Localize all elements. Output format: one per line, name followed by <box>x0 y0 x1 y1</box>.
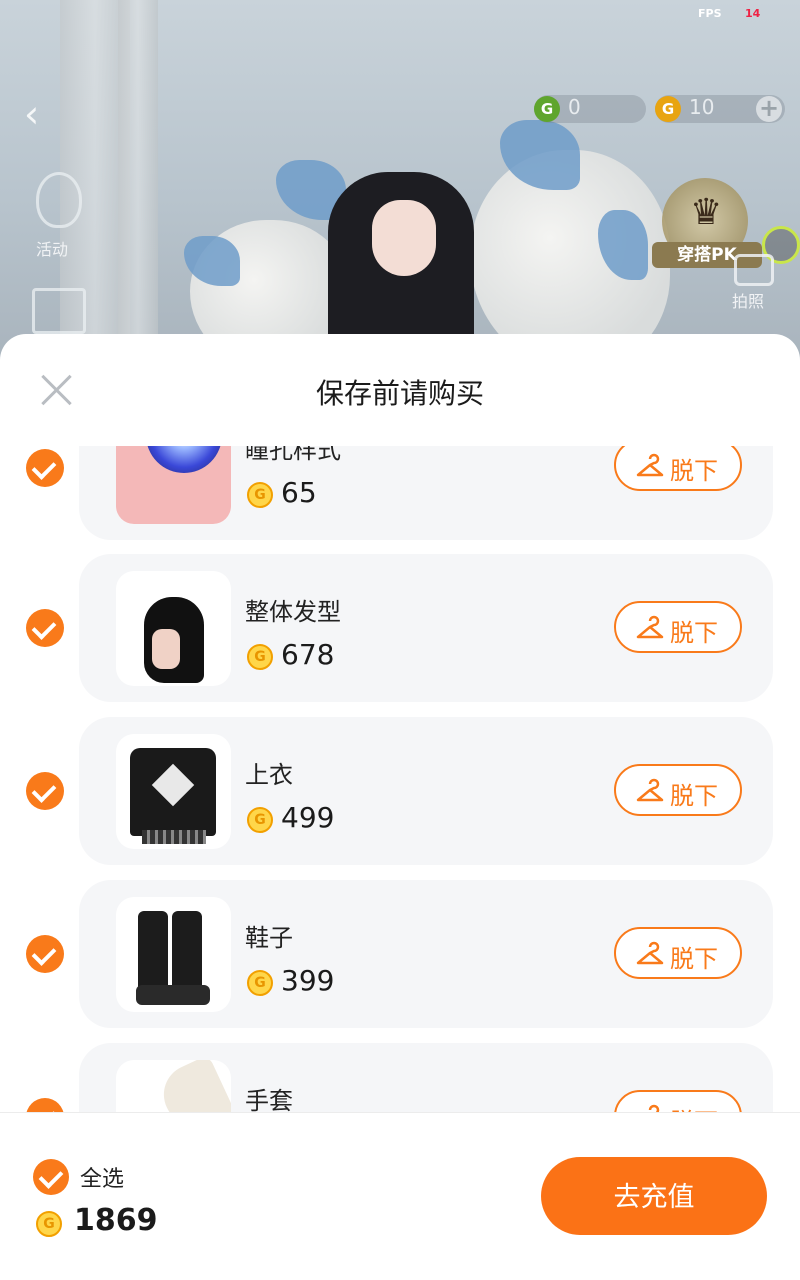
activity-label: 活动 <box>36 240 69 259</box>
item-thumbnail-hair <box>116 571 231 686</box>
sheet-title: 保存前请购买 <box>315 377 484 410</box>
item-price: 399 <box>281 964 335 997</box>
coin-icon <box>247 482 273 508</box>
balloon-icon[interactable] <box>36 172 82 228</box>
item-name: 上衣 <box>245 761 293 789</box>
fps-label: FPS <box>698 7 722 20</box>
avatar-face <box>372 200 436 276</box>
game-scene: FPS 14 ‹ G 0 G 10 + 活动 ♛ 穿搭PK 拍照 <box>0 0 800 360</box>
item-thumbnail-glove <box>116 1060 231 1112</box>
select-all-checkbox[interactable] <box>33 1159 69 1195</box>
hanger-icon <box>636 615 664 639</box>
hanger-icon <box>636 778 664 802</box>
gold-currency-value: 10 <box>689 95 715 119</box>
green-currency-pill: G 0 <box>534 95 646 123</box>
item-price: 65 <box>281 476 317 509</box>
coin-icon <box>247 644 273 670</box>
back-arrow-icon[interactable]: ‹ <box>24 92 39 136</box>
item-thumbnail-eye <box>116 446 231 524</box>
pillar <box>118 0 158 360</box>
take-off-label: 脱下 <box>670 1102 718 1112</box>
fps-value: 14 <box>745 7 761 20</box>
item-name: 瞳孔样式 <box>245 446 341 464</box>
gold-coin-icon: G <box>655 96 681 122</box>
list-item: 瞳孔样式 65 脱下 <box>79 446 773 540</box>
item-checkbox[interactable] <box>26 1098 64 1112</box>
item-price: 499 <box>281 801 335 834</box>
take-off-label: 脱下 <box>670 782 718 810</box>
camera-icon[interactable] <box>734 254 774 286</box>
item-list[interactable]: 瞳孔样式 65 脱下 整体发型 678 脱下 <box>0 446 800 1112</box>
coin-icon <box>36 1211 62 1237</box>
item-thumbnail-shoes <box>116 897 231 1012</box>
take-off-button[interactable]: 脱下 <box>614 446 742 491</box>
purchase-footer: 全选 1869 去充值 <box>0 1112 800 1280</box>
purchase-sheet: 保存前请购买 瞳孔样式 65 脱下 整体发型 6 <box>0 334 800 1280</box>
take-off-button[interactable]: 脱下 <box>614 601 742 653</box>
select-all-label[interactable]: 全选 <box>80 1161 124 1193</box>
green-coin-icon: G <box>534 96 560 122</box>
item-price: 678 <box>281 638 335 671</box>
item-checkbox[interactable] <box>26 772 64 810</box>
take-off-label: 脱下 <box>670 619 718 647</box>
item-checkbox[interactable] <box>26 449 64 487</box>
green-currency-value: 0 <box>568 95 581 119</box>
take-off-label: 脱下 <box>670 457 718 485</box>
item-name: 整体发型 <box>245 598 341 626</box>
crown-icon: ♛ <box>690 192 723 233</box>
take-off-button[interactable]: 脱下 <box>614 764 742 816</box>
total-price: 1869 <box>74 1203 158 1238</box>
photo-label: 拍照 <box>732 292 765 311</box>
gift-icon[interactable] <box>32 288 86 334</box>
item-thumbnail-shirt <box>116 734 231 849</box>
take-off-button[interactable]: 脱下 <box>614 927 742 979</box>
coin-icon <box>247 970 273 996</box>
add-currency-button[interactable]: + <box>756 96 782 122</box>
hanger-icon <box>636 941 664 965</box>
hanger-icon <box>636 453 664 477</box>
list-item: 手套 脱下 <box>79 1043 773 1112</box>
recharge-button[interactable]: 去充值 <box>541 1157 767 1235</box>
item-name: 手套 <box>245 1087 293 1112</box>
take-off-label: 脱下 <box>670 945 718 973</box>
hanger-icon <box>648 1104 660 1112</box>
item-checkbox[interactable] <box>26 935 64 973</box>
list-item: 鞋子 399 脱下 <box>79 880 773 1028</box>
list-item: 上衣 499 脱下 <box>79 717 773 865</box>
item-name: 鞋子 <box>245 924 293 952</box>
item-checkbox[interactable] <box>26 609 64 647</box>
list-item: 整体发型 678 脱下 <box>79 554 773 702</box>
coin-icon <box>247 807 273 833</box>
take-off-button[interactable]: 脱下 <box>614 1090 742 1112</box>
